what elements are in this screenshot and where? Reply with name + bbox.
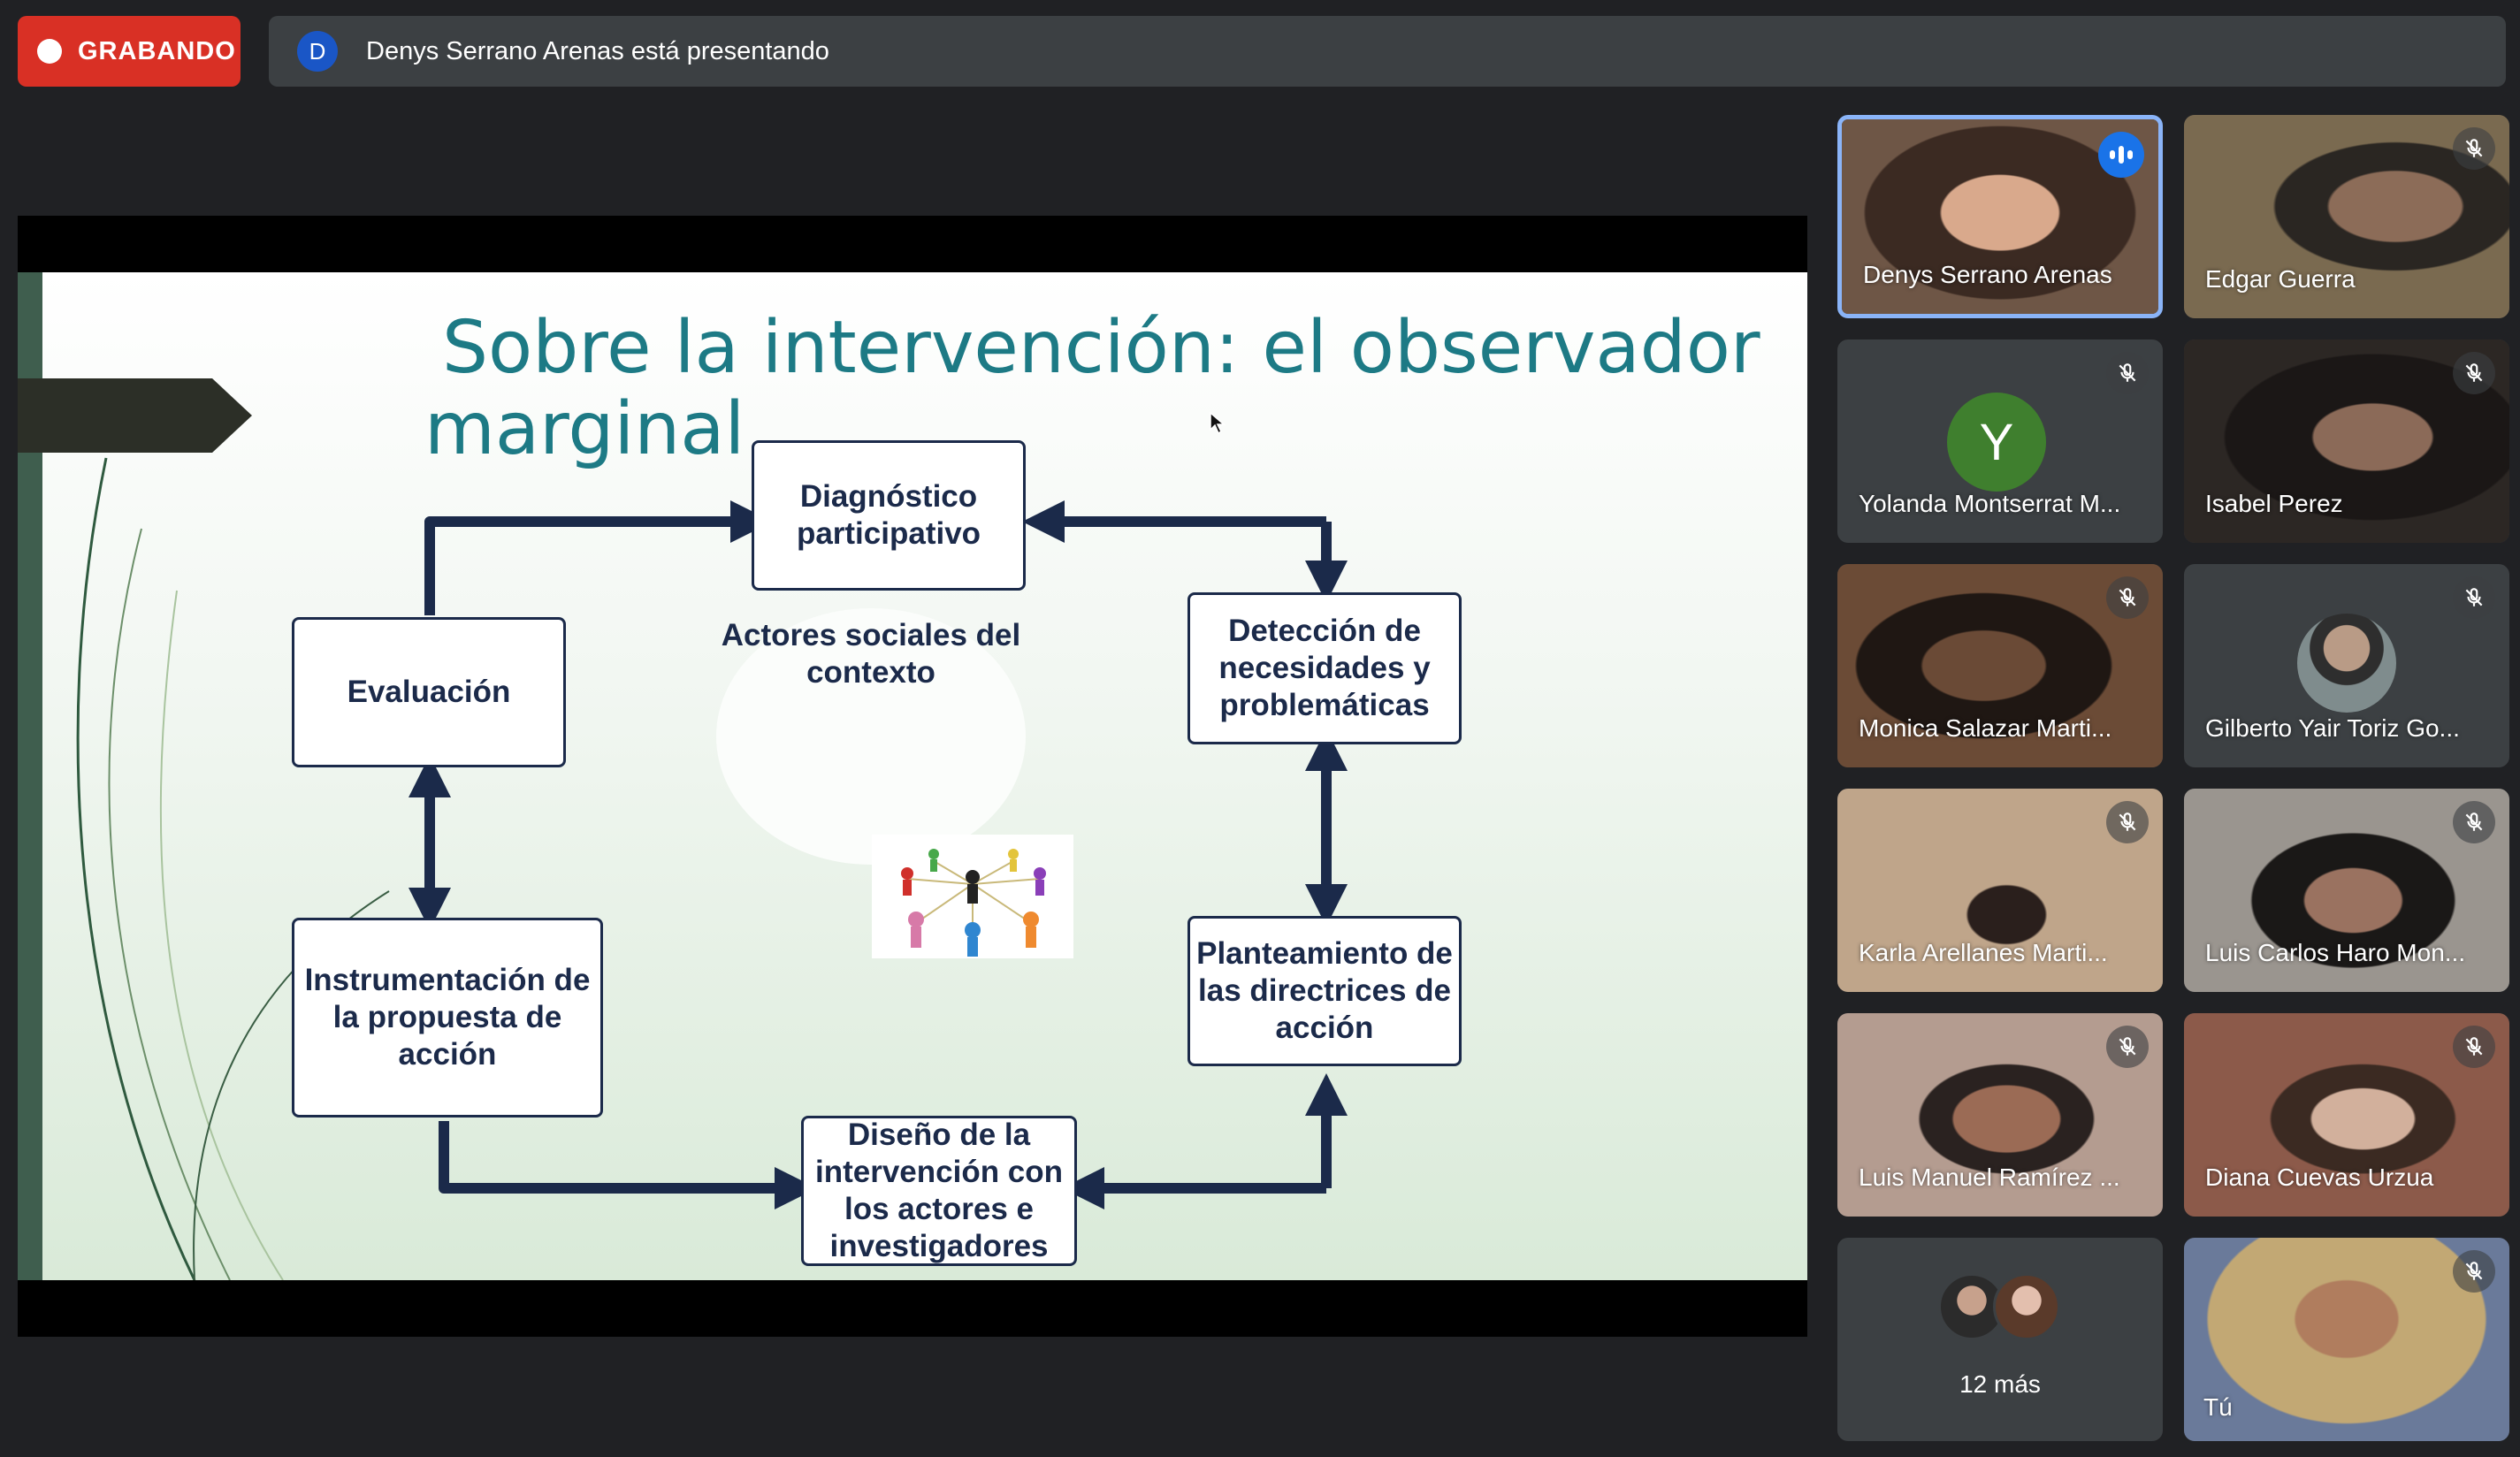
participant-name: Yolanda Montserrat M... xyxy=(1859,490,2121,517)
box-diagnostico: Diagnóstico participativo xyxy=(752,440,1026,591)
box-instrumentacion: Instrumentación de la propuesta de acció… xyxy=(292,918,603,1118)
participant-tile[interactable]: Diana Cuevas Urzua xyxy=(2184,1013,2509,1217)
slide-title: Sobre la intervención: el observador mar… xyxy=(424,306,1768,470)
mic-off-icon xyxy=(2106,1026,2149,1068)
record-dot-icon xyxy=(37,39,62,64)
box-evaluacion: Evaluación xyxy=(292,617,566,767)
participant-tile[interactable]: Gilberto Yair Toriz Go... xyxy=(2184,564,2509,767)
presenter-avatar: D xyxy=(297,31,338,72)
mouse-cursor-icon xyxy=(1210,412,1226,435)
participant-tile[interactable]: Denys Serrano Arenas xyxy=(1837,115,2163,318)
slide: Sobre la intervención: el observador mar… xyxy=(18,272,1807,1280)
participant-tile[interactable]: Isabel Perez xyxy=(2184,339,2509,543)
participant-tile[interactable]: Monica Salazar Marti... xyxy=(1837,564,2163,767)
box-deteccion: Detección de necesidades y problemáticas xyxy=(1187,592,1462,744)
box-planteamiento: Planteamiento de las directrices de acci… xyxy=(1187,916,1462,1066)
participant-name: Denys Serrano Arenas xyxy=(1863,261,2112,288)
self-tile[interactable]: Tú xyxy=(2184,1238,2509,1441)
presentation-stage[interactable]: Sobre la intervención: el observador mar… xyxy=(18,216,1807,1337)
participant-tile[interactable]: Luis Carlos Haro Mon... xyxy=(2184,789,2509,992)
network-people-image xyxy=(872,835,1073,958)
participant-name: Karla Arellanes Marti... xyxy=(1859,939,2108,966)
mic-off-icon xyxy=(2106,576,2149,619)
participant-tile[interactable]: Karla Arellanes Marti... xyxy=(1837,789,2163,992)
mic-off-icon xyxy=(2106,801,2149,843)
participant-name: Luis Carlos Haro Mon... xyxy=(2205,939,2466,966)
participant-tile[interactable]: Y Yolanda Montserrat M... xyxy=(1837,339,2163,543)
participant-name: Luis Manuel Ramírez ... xyxy=(1859,1163,2120,1191)
participant-name: Edgar Guerra xyxy=(2205,265,2356,293)
presenting-text: Denys Serrano Arenas está presentando xyxy=(366,36,829,65)
participant-avatar xyxy=(2297,614,2396,713)
presenting-banner: D Denys Serrano Arenas está presentando xyxy=(269,16,2506,87)
participant-name: Diana Cuevas Urzua xyxy=(2205,1163,2434,1191)
recording-label: GRABANDO xyxy=(78,36,236,65)
more-participants-tile[interactable]: 12 más xyxy=(1837,1238,2163,1441)
slide-title-line1: Sobre la intervención: el observador xyxy=(442,306,1760,390)
participant-tile[interactable]: Edgar Guerra xyxy=(2184,115,2509,318)
participant-name: Monica Salazar Marti... xyxy=(1859,714,2112,742)
mic-off-icon xyxy=(2453,352,2495,394)
participant-tile[interactable]: Luis Manuel Ramírez ... xyxy=(1837,1013,2163,1217)
recording-indicator[interactable]: GRABANDO xyxy=(18,16,241,87)
participant-avatar xyxy=(1993,1273,2060,1340)
mic-off-icon xyxy=(2453,576,2495,619)
speaking-indicator-icon xyxy=(2098,132,2144,178)
participant-name: Isabel Perez xyxy=(2205,490,2343,517)
meet-window: GRABANDO D Denys Serrano Arenas está pre… xyxy=(0,0,2520,1457)
mic-off-icon xyxy=(2453,127,2495,170)
more-participants-label: 12 más xyxy=(1959,1370,2041,1398)
box-diseno: Diseño de la intervención con los actore… xyxy=(801,1116,1077,1266)
mic-off-icon xyxy=(2106,352,2149,394)
mic-off-icon xyxy=(2453,1250,2495,1293)
actors-text: Actores sociales del contexto xyxy=(721,618,1021,690)
mic-off-icon xyxy=(2453,801,2495,843)
mic-off-icon xyxy=(2453,1026,2495,1068)
participant-avatar: Y xyxy=(1947,393,2046,492)
slide-title-line2: marginal. xyxy=(424,387,768,471)
participant-name: Gilberto Yair Toriz Go... xyxy=(2205,714,2460,742)
self-name: Tú xyxy=(2203,1393,2233,1421)
